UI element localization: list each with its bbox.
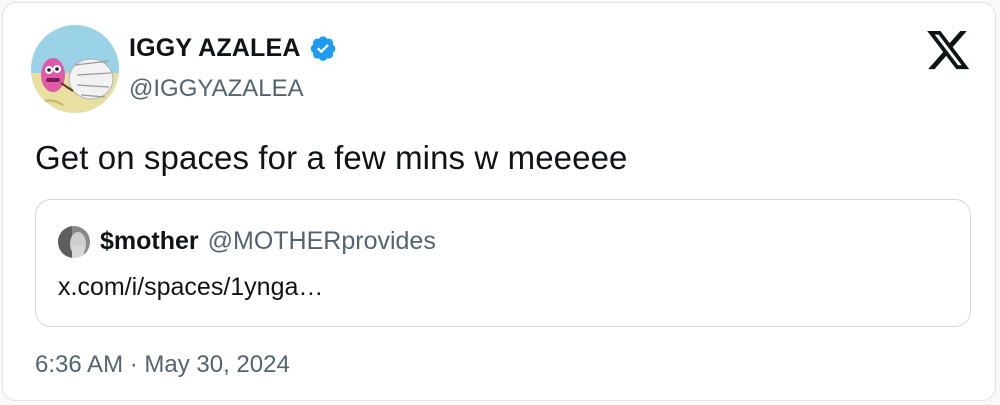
tweet-timestamp[interactable]: 6:36 AM · May 30, 2024 [35, 351, 290, 379]
tweet-text: Get on spaces for a few mins w meeeee [35, 139, 628, 176]
quote-header: $mother @MOTHERprovides [100, 227, 436, 256]
x-logo-icon[interactable] [927, 31, 971, 71]
quote-author-avatar[interactable] [58, 226, 90, 258]
photo-avatar-icon [58, 226, 90, 258]
author-name-row: IGGY AZALEA [129, 33, 337, 63]
quote-link[interactable]: x.com/i/spaces/1ynga… [58, 273, 323, 302]
quote-display-name[interactable]: $mother [100, 227, 199, 256]
cartoon-avatar-icon [31, 25, 119, 113]
verified-badge-icon [309, 34, 337, 62]
quote-handle[interactable]: @MOTHERprovides [208, 227, 436, 256]
tweet-card: IGGY AZALEA @IGGYAZALEA Get on spaces fo… [2, 2, 996, 401]
author-display-name[interactable]: IGGY AZALEA [129, 34, 301, 63]
quoted-tweet[interactable]: $mother @MOTHERprovides x.com/i/spaces/1… [35, 199, 971, 327]
author-avatar[interactable] [31, 25, 119, 113]
author-handle[interactable]: @IGGYAZALEA [129, 75, 304, 103]
